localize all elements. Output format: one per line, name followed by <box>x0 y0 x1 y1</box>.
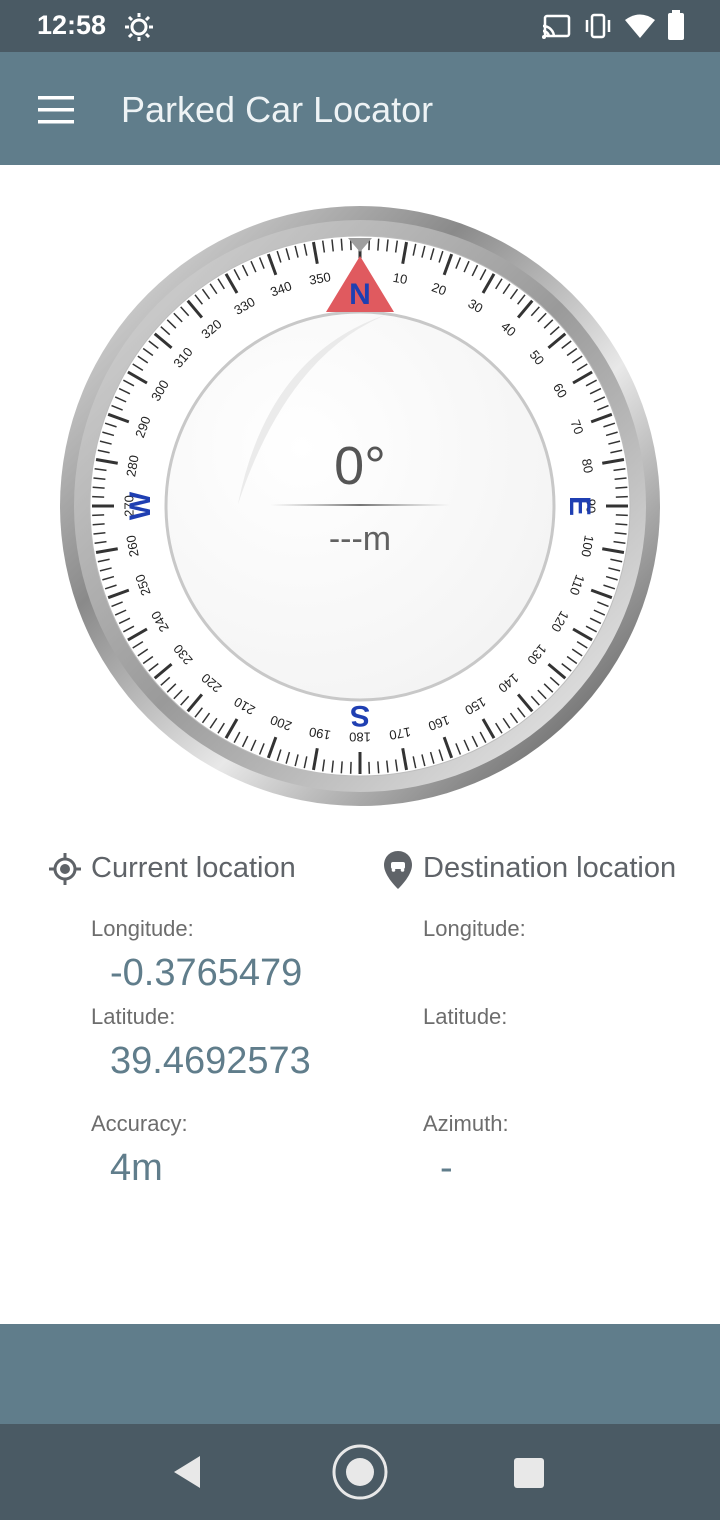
cast-icon <box>542 14 571 39</box>
brightness-icon <box>125 13 153 41</box>
home-icon <box>332 1444 388 1500</box>
hamburger-menu-icon <box>38 96 74 124</box>
compass: 0102030405060708090100110120130140150160… <box>58 204 662 808</box>
status-time: 12:58 <box>37 10 107 40</box>
gps-crosshair-icon <box>49 853 81 885</box>
destination-longitude-label: Longitude: <box>423 916 526 941</box>
current-location-header: Current location <box>91 852 296 884</box>
compass-dial: 0102030405060708090100110120130140150160… <box>60 206 660 806</box>
back-icon <box>174 1456 200 1488</box>
compass-tick <box>340 238 343 251</box>
compass-heading: 0° <box>334 436 386 496</box>
wifi-icon <box>625 14 655 38</box>
cardinal-north: N <box>349 278 371 311</box>
compass-tick <box>377 761 380 774</box>
battery-icon <box>668 10 684 40</box>
compass-divider <box>270 504 450 506</box>
app-bar: Parked Car Locator <box>0 52 720 165</box>
compass-distance: ---m <box>329 520 391 558</box>
compass-tick <box>377 238 380 251</box>
app-title: Parked Car Locator <box>121 89 434 130</box>
destination-location-header: Destination location <box>423 852 677 884</box>
cardinal-south: S <box>350 699 370 732</box>
current-accuracy-value: 4m <box>110 1147 163 1189</box>
current-longitude-label: Longitude: <box>91 916 194 941</box>
vibrate-icon <box>585 13 611 39</box>
current-latitude-value: 39.4692573 <box>110 1040 311 1082</box>
compass-tick <box>340 761 343 774</box>
cardinal-east: E <box>563 496 596 516</box>
current-accuracy-label: Accuracy: <box>91 1111 188 1136</box>
bottom-bar <box>0 1324 720 1424</box>
current-latitude-label: Latitude: <box>91 1004 176 1029</box>
home-button[interactable] <box>330 1442 390 1502</box>
destination-azimuth-value: - <box>440 1147 453 1189</box>
cardinal-west: W <box>124 491 157 520</box>
back-button[interactable] <box>166 1450 210 1494</box>
car-pin-icon <box>384 851 412 889</box>
recents-icon <box>514 1458 544 1488</box>
recents-button[interactable] <box>510 1454 550 1494</box>
menu-button[interactable] <box>28 86 84 134</box>
destination-latitude-label: Latitude: <box>423 1004 508 1029</box>
compass-tick <box>92 486 105 489</box>
compass-tick <box>615 523 628 526</box>
compass-tick <box>92 523 105 526</box>
status-bar: 12:58 <box>0 0 720 52</box>
navigation-bar <box>0 1424 720 1520</box>
destination-azimuth-label: Azimuth: <box>423 1111 509 1136</box>
compass-tick <box>615 486 628 489</box>
current-longitude-value: -0.3765479 <box>110 952 303 994</box>
compass-degree-label: 80 <box>579 457 596 474</box>
compass-degree-label: 10 <box>392 270 409 287</box>
location-info: Current location Longitude: -0.3765479 L… <box>0 830 720 1250</box>
